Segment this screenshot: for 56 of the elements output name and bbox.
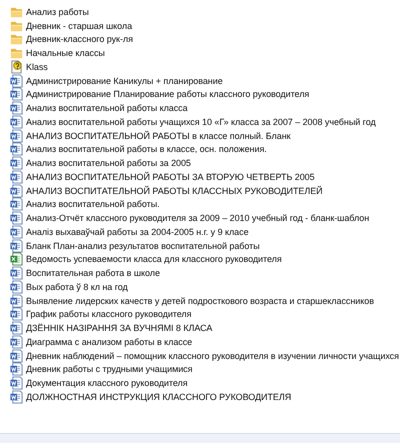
- file-name[interactable]: Анализ воспитательной работы в классе, осн. положения.: [26, 144, 267, 154]
- file-name[interactable]: Аналіз выхаваўчай работы за 2004-2005 н.г. у 9 класе: [26, 226, 249, 237]
- word-document-icon: [10, 128, 23, 143]
- word-document-icon: [10, 197, 23, 212]
- word-document-icon: [10, 156, 23, 170]
- folder-icon: [10, 46, 23, 60]
- file-name[interactable]: Администрирование Планирование работы классного руководителя: [26, 89, 310, 100]
- file-name[interactable]: Анализ работы: [26, 6, 89, 17]
- spreadsheet-icon: [10, 252, 23, 266]
- word-document-icon: [10, 390, 23, 404]
- word-document-icon: [10, 294, 23, 308]
- folder-icon: [10, 32, 23, 46]
- word-document-icon: [10, 362, 23, 376]
- word-document-icon: [10, 170, 23, 184]
- file-name[interactable]: Klass: [26, 62, 48, 72]
- file-name[interactable]: Анализ-Отчёт классного руководителя за 2009 – 2010 учебный год - бланк-шаблон: [26, 213, 370, 224]
- file-name[interactable]: Дневник-классного рук-ля: [26, 34, 133, 44]
- file-name[interactable]: Анализ воспитательной работы учащихся 10 «Г» класса за 2007 – 2008 учебный год: [26, 116, 376, 127]
- word-document-icon: [10, 101, 23, 116]
- file-name[interactable]: Ведомость успеваемости класса для классного руководителя: [26, 254, 282, 264]
- word-document-icon: [10, 321, 23, 336]
- word-document-icon: [10, 348, 23, 363]
- word-document-icon: [10, 87, 23, 102]
- file-name[interactable]: График работы классного руководителя: [26, 309, 192, 320]
- file-name[interactable]: ДЗЁННІК НАЗІРАННЯ ЗА ВУЧНЯМІ 8 КЛАСА: [26, 323, 212, 334]
- word-document-icon: [10, 307, 23, 322]
- file-name[interactable]: Диаграмма с анализом работы в классе: [26, 336, 192, 347]
- file-name[interactable]: Дневник наблюдений – помощник классного руководителя в изучении личности учащихся: [26, 350, 399, 361]
- word-document-icon: [10, 334, 23, 349]
- file-name[interactable]: Выявление лидерских качеств у детей подросткового возраста и старшеклассников: [26, 296, 374, 306]
- file-name[interactable]: АНАЛИЗ ВОСПИТАТЕЛЬНОЙ РАБОТЫ в классе полный. Бланк: [26, 130, 291, 141]
- word-document-icon: [10, 266, 23, 280]
- word-document-icon: [10, 376, 23, 390]
- file-name[interactable]: Бланк План-анализ результатов воспитательной работы: [26, 240, 260, 251]
- file-name[interactable]: Анализ воспитательной работы.: [26, 199, 160, 210]
- file-name[interactable]: Воспитательная работа в школе: [26, 268, 160, 278]
- file-name[interactable]: Вых работа ў 8 кл на год: [26, 282, 128, 292]
- file-name[interactable]: Анализ воспитательной работы за 2005: [26, 158, 191, 168]
- word-document-icon: [10, 184, 23, 198]
- file-name[interactable]: Дневник работы с трудными учащимися: [26, 364, 192, 374]
- word-document-icon: [10, 224, 23, 239]
- file-name[interactable]: Анализ воспитательной работы класса: [26, 103, 188, 114]
- word-document-icon: [10, 74, 23, 88]
- word-document-icon: [10, 238, 23, 253]
- file-name[interactable]: Начальные классы: [26, 48, 105, 58]
- file-name[interactable]: Документация классного руководителя: [26, 378, 188, 388]
- word-document-icon: [10, 142, 23, 156]
- file-name[interactable]: Администрирование Каникулы + планирование: [26, 76, 223, 86]
- file-name[interactable]: АНАЛИЗ ВОСПИТАТЕЛЬНОЙ РАБОТЫ ЗА ВТОРУЮ ЧЕТВЕРТЬ 2005: [26, 172, 315, 182]
- file-name[interactable]: ДОЛЖНОСТНАЯ ИНСТРУКЦИЯ КЛАССНОГО РУКОВОДИТЕЛЯ: [26, 392, 292, 402]
- word-document-icon: [10, 280, 23, 294]
- file-name[interactable]: АНАЛИЗ ВОСПИТАТЕЛЬНОЙ РАБОТЫ КЛАССНЫХ РУКОВОДИТЕЛЕЙ: [26, 186, 323, 196]
- file-name[interactable]: Дневник - старшая школа: [26, 20, 132, 31]
- word-document-icon: [10, 114, 23, 129]
- word-document-icon: [10, 211, 23, 226]
- question-file-icon: [10, 60, 23, 74]
